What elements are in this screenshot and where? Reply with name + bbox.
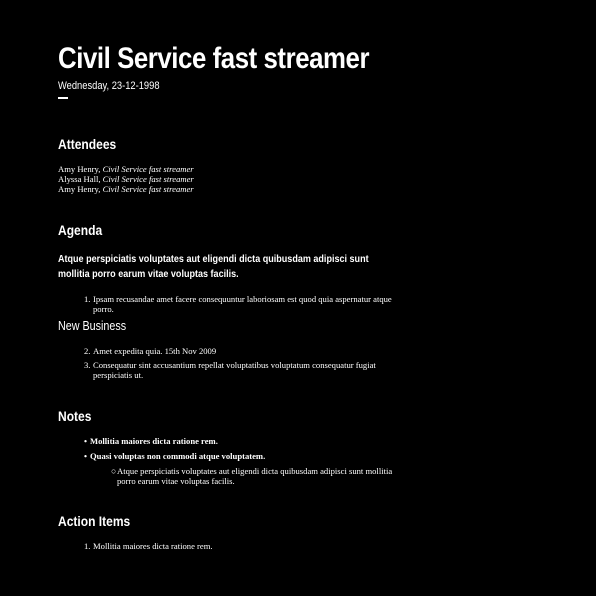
- document-title: Civil Service fast streamer: [58, 42, 370, 75]
- new-business-heading: New Business: [58, 319, 127, 333]
- note-item: • Quasi voluptas non commodi atque volupt…: [84, 451, 404, 486]
- attendee-item: Alyssa Hall, Civil Service fast streamer: [58, 174, 398, 184]
- action-items-heading: Action Items: [58, 513, 131, 529]
- item-number: 1.: [84, 541, 91, 551]
- bullet-icon: •: [84, 451, 88, 461]
- attendee-item: Amy Henry, Civil Service fast streamer: [58, 164, 398, 174]
- note-subitem-text: Atque perspiciatis voluptates aut eligen…: [117, 466, 393, 486]
- agenda-heading: Agenda: [58, 222, 103, 238]
- action-items-list: 1. Mollitia maiores dicta ratione rem.: [84, 541, 404, 555]
- notes-heading: Notes: [58, 408, 92, 424]
- item-number: 1.: [84, 294, 91, 304]
- note-item: • Mollitia maiores dicta ratione rem.: [84, 436, 404, 446]
- new-business-list: 2. Amet expedita quia. 15th Nov 2009 3. Co…: [84, 346, 404, 384]
- item-text: Ipsam recusandae amet facere consequuntu…: [93, 294, 392, 314]
- attendee-name: Amy Henry,: [58, 164, 101, 174]
- item-text: Consequatur sint accusantium repellat vo…: [93, 360, 376, 380]
- attendees-list: Amy Henry, Civil Service fast streamer A…: [58, 164, 398, 194]
- attendee-name: Amy Henry,: [58, 184, 101, 194]
- note-text: Quasi voluptas non commodi atque volupta…: [90, 451, 266, 461]
- attendees-heading: Attendees: [58, 136, 117, 152]
- agenda-lead-text: Atque perspiciatis voluptates aut eligen…: [58, 253, 369, 280]
- attendee-name: Alyssa Hall,: [58, 174, 101, 184]
- note-sublist: ○ Atque perspiciatis voluptates aut elige…: [90, 466, 404, 486]
- agenda-item: 3. Consequatur sint accusantium repellat …: [84, 360, 404, 380]
- item-number: 3.: [84, 360, 91, 370]
- action-item: 1. Mollitia maiores dicta ratione rem.: [84, 541, 404, 551]
- bullet-icon: •: [84, 436, 88, 446]
- title-divider: [58, 97, 68, 99]
- item-text: Mollitia maiores dicta ratione rem.: [93, 541, 213, 551]
- item-text: Amet expedita quia. 15th Nov 2009: [93, 346, 217, 356]
- attendee-role: Civil Service fast streamer: [102, 174, 194, 184]
- item-number: 2.: [84, 346, 91, 356]
- agenda-item: 1. Ipsam recusandae amet facere consequun…: [84, 294, 404, 314]
- note-text: Mollitia maiores dicta ratione rem.: [90, 436, 218, 446]
- circle-bullet-icon: ○: [111, 466, 117, 476]
- notes-list: • Mollitia maiores dicta ratione rem. • Qu…: [84, 436, 404, 491]
- attendee-item: Amy Henry, Civil Service fast streamer: [58, 184, 398, 194]
- agenda-list: 1. Ipsam recusandae amet facere consequun…: [84, 294, 404, 318]
- attendee-role: Civil Service fast streamer: [102, 164, 194, 174]
- meeting-date: Wednesday, 23-12-1998: [58, 80, 160, 92]
- agenda-item: 2. Amet expedita quia. 15th Nov 2009: [84, 346, 404, 356]
- note-subitem: ○ Atque perspiciatis voluptates aut elige…: [111, 466, 404, 486]
- attendee-role: Civil Service fast streamer: [102, 184, 194, 194]
